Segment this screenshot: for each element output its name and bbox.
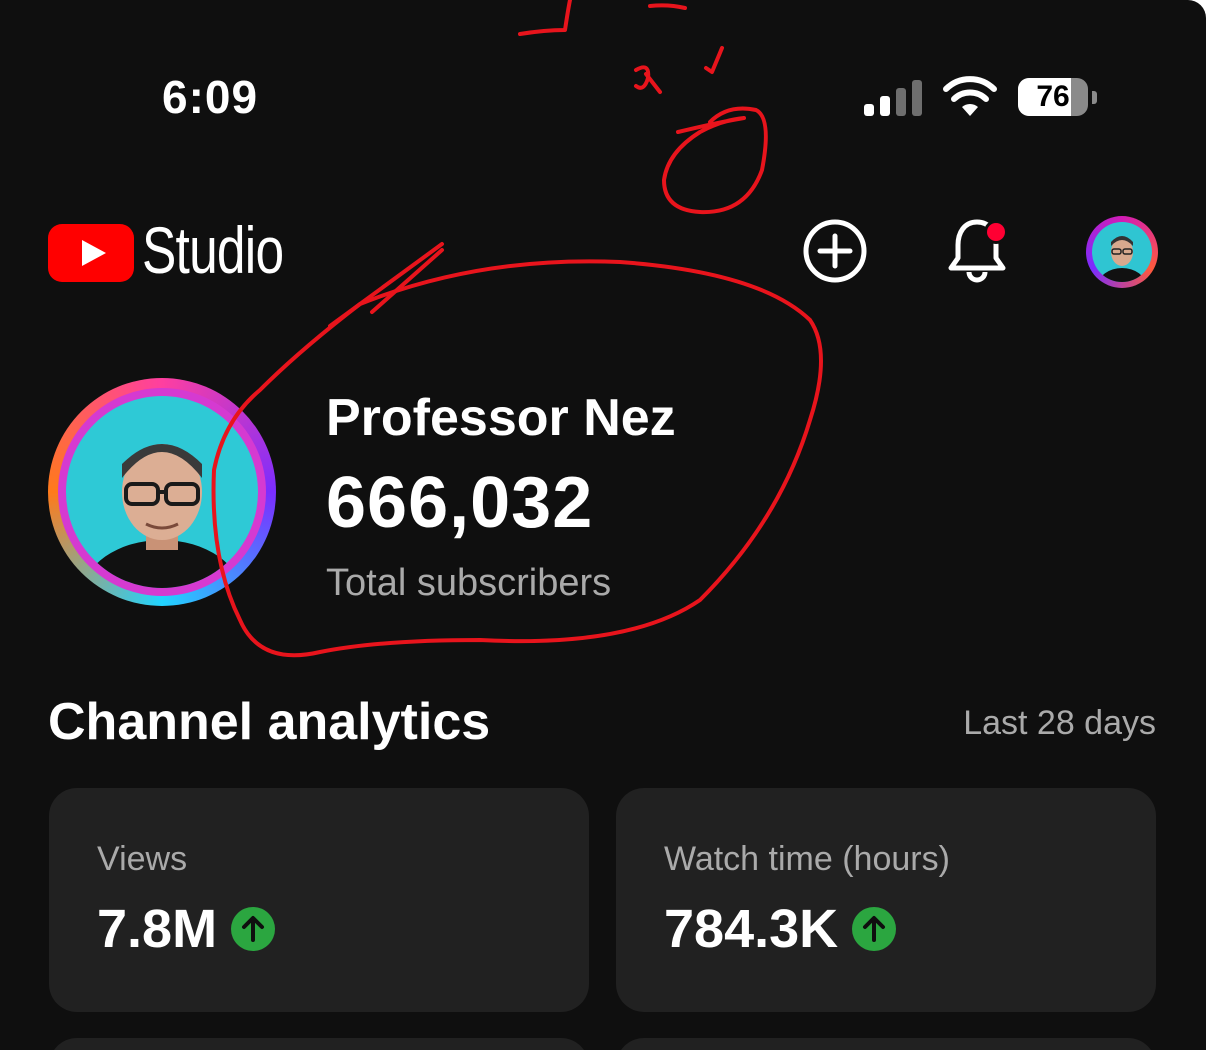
battery-tip	[1092, 91, 1097, 104]
trend-up-icon	[231, 907, 276, 951]
analytics-card-partial[interactable]	[49, 1038, 589, 1050]
metric-label: Watch time (hours)	[664, 840, 950, 878]
status-time: 6:09	[162, 71, 259, 123]
profile-photo-icon	[1098, 236, 1146, 282]
trend-up-icon	[852, 907, 897, 951]
cellular-signal-icon	[864, 80, 922, 116]
battery-icon: 76	[1018, 78, 1088, 116]
analytics-period[interactable]: Last 28 days	[963, 704, 1156, 743]
metric-value: 7.8M	[97, 899, 218, 959]
metric-value: 784.3K	[664, 899, 839, 959]
watch-time-card[interactable]: Watch time (hours) 784.3K	[616, 788, 1156, 1012]
subscriber-count: 666,032	[326, 463, 594, 543]
app-title: Studio	[142, 213, 284, 287]
metric-label: Views	[97, 840, 188, 878]
wifi-icon	[943, 76, 997, 116]
youtube-logo-icon[interactable]	[48, 224, 134, 282]
app-screen: 6:09 76 Studio Professor Nez 666,032 Tot…	[0, 0, 1206, 1050]
battery-level: 76	[1036, 80, 1070, 113]
account-avatar[interactable]	[1086, 216, 1158, 288]
views-card[interactable]: Views 7.8M	[49, 788, 589, 1012]
channel-avatar[interactable]	[48, 378, 276, 606]
subscriber-label: Total subscribers	[326, 562, 612, 604]
notifications-bell-icon[interactable]	[944, 214, 1014, 288]
create-icon[interactable]	[802, 218, 868, 284]
profile-photo-icon	[82, 444, 242, 588]
analytics-card-partial[interactable]	[616, 1038, 1156, 1050]
analytics-title: Channel analytics	[48, 693, 491, 751]
channel-name: Professor Nez	[326, 389, 676, 447]
